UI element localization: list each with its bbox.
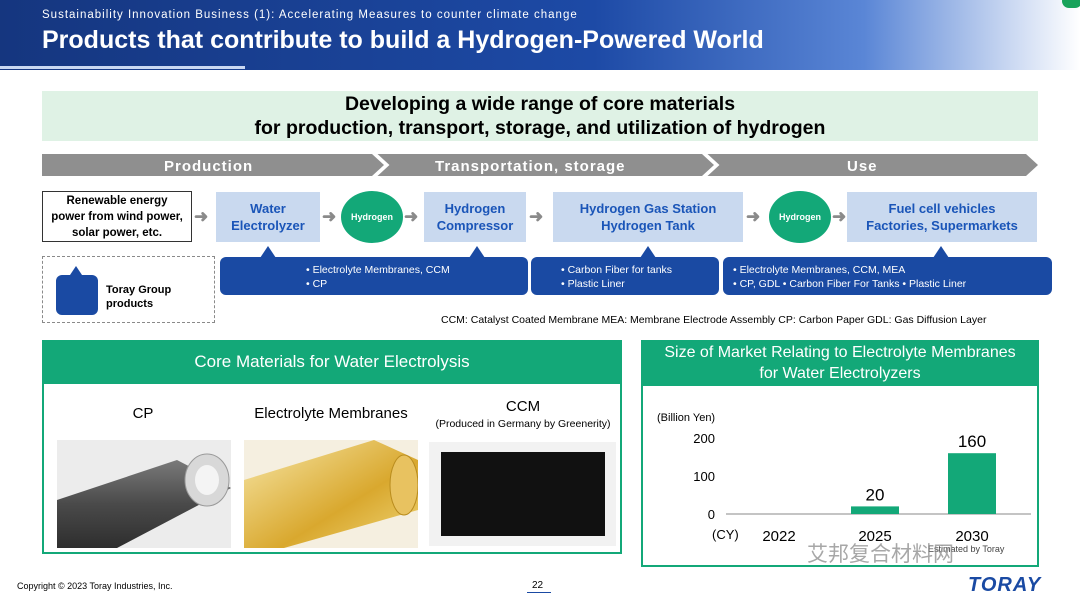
- gas-station-line: Hydrogen Tank: [601, 218, 695, 233]
- copyright: Copyright © 2023 Toray Industries, Inc.: [17, 581, 173, 591]
- flow-arrow-icon: ➜: [746, 207, 761, 226]
- chart-ytick-label: 200: [693, 431, 715, 446]
- hydrogen-circle: Hydrogen: [341, 191, 403, 243]
- chart-ytick-label: 0: [708, 507, 715, 522]
- watermark: 艾邦复合材料网: [807, 543, 954, 566]
- flow-arrow-icon: ➜: [322, 207, 337, 226]
- headline-line1: Developing a wide range of core material…: [344, 93, 736, 115]
- stage-label-production: Production: [164, 158, 254, 175]
- membrane-roll-image: [244, 440, 418, 548]
- compressor-line: Hydrogen: [444, 201, 506, 216]
- toray-logo: TORAY: [968, 574, 1042, 596]
- page-number: 22: [532, 580, 544, 591]
- flow-arrow-icon: ➜: [404, 207, 419, 226]
- ccm-sheet-image: [429, 442, 616, 546]
- water-electrolyzer-box: Water Electrolyzer: [216, 192, 320, 242]
- material-note-ccm: (Produced in Germany by Greenerity): [435, 418, 611, 430]
- corner-badge: [1062, 0, 1080, 8]
- headline-box: Developing a wide range of core material…: [42, 91, 1038, 141]
- chart-ytick-label: 100: [693, 469, 715, 484]
- product-item: • Carbon Fiber for tanks: [561, 264, 673, 276]
- product-item: • Electrolyte Membranes, CCM: [306, 264, 450, 276]
- chart-bar: [948, 453, 996, 514]
- products-use: • Electrolyte Membranes, CCM, MEA • CP, …: [723, 257, 1052, 295]
- flow-arrow-icon: ➜: [194, 207, 209, 226]
- legend-swatch-icon: [56, 275, 98, 315]
- stage-label-transport: Transportation, storage: [435, 158, 626, 175]
- compressor-box: Hydrogen Compressor: [424, 192, 526, 242]
- water-electrolyzer-line: Electrolyzer: [231, 218, 305, 233]
- product-item: • CP: [306, 278, 328, 290]
- headline-line2: for production, transport, storage, and …: [254, 117, 826, 139]
- chart-xlabel: (CY): [712, 527, 739, 542]
- flow-arrow-icon: ➜: [832, 207, 847, 226]
- material-label-membrane: Electrolyte Membranes: [254, 405, 408, 422]
- slide-title: Products that contribute to build a Hydr…: [42, 26, 764, 54]
- renewable-line: Renewable energy: [66, 194, 168, 207]
- chart-data-label: 160: [958, 432, 986, 451]
- product-item: • CP, GDL • Carbon Fiber For Tanks • Pla…: [733, 278, 967, 290]
- water-electrolyzer-line: Water: [250, 201, 286, 216]
- chart-data-label: 20: [866, 485, 885, 504]
- fuel-cell-line: Fuel cell vehicles: [888, 201, 996, 216]
- fuel-cell-box: Fuel cell vehicles Factories, Supermarke…: [847, 192, 1037, 242]
- renewable-line: power from wind power,: [51, 210, 183, 223]
- title-underline: [0, 66, 245, 69]
- compressor-line: Compressor: [436, 218, 514, 233]
- material-label-ccm: CCM: [505, 398, 541, 415]
- legend-text: Toray Group products: [106, 284, 172, 310]
- market-title-line1: Size of Market Relating to Electrolyte M…: [664, 344, 1016, 361]
- products-transport: • Carbon Fiber for tanks • Plastic Liner: [531, 257, 719, 295]
- chart-bar: [851, 506, 899, 514]
- abbreviation-note: CCM: Catalyst Coated Membrane MEA: Membr…: [441, 314, 987, 326]
- renewable-energy-box: Renewable energy power from wind power, …: [42, 191, 192, 242]
- core-materials-title: Core Materials for Water Electrolysis: [42, 340, 622, 384]
- page-underline: [527, 592, 551, 593]
- material-label-cp: CP: [132, 405, 154, 422]
- flow-arrow-icon: ➜: [529, 207, 544, 226]
- product-item: • Electrolyte Membranes, CCM, MEA: [733, 264, 906, 276]
- gas-station-box: Hydrogen Gas Station Hydrogen Tank: [553, 192, 743, 242]
- cp-roll-image: [57, 440, 231, 548]
- gas-station-line: Hydrogen Gas Station: [579, 201, 717, 216]
- fuel-cell-line: Factories, Supermarkets: [866, 218, 1018, 233]
- hydrogen-circle: Hydrogen: [769, 191, 831, 243]
- chart-xtick-label: 2030: [955, 528, 988, 545]
- slide-subtitle: Sustainability Innovation Business (1): …: [42, 9, 578, 21]
- market-title: Size of Market Relating to Electrolyte M…: [641, 340, 1039, 386]
- products-production: • Electrolyte Membranes, CCM • CP: [220, 257, 528, 295]
- stage-label-use: Use: [847, 158, 878, 175]
- market-title-line2: for Water Electrolyzers: [759, 365, 921, 382]
- product-item: • Plastic Liner: [561, 278, 625, 290]
- chart-xtick-label: 2022: [762, 528, 795, 545]
- chart-ylabel: (Billion Yen): [657, 412, 715, 424]
- renewable-line: solar power, etc.: [71, 226, 163, 239]
